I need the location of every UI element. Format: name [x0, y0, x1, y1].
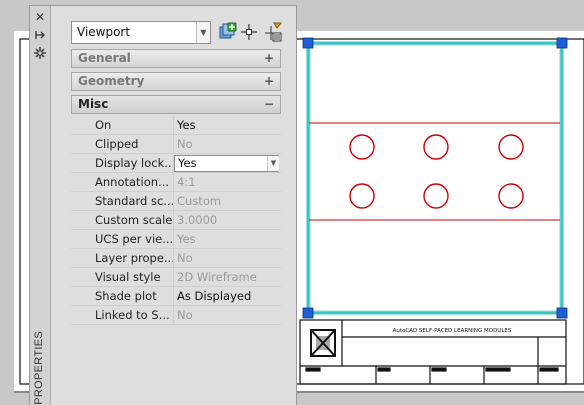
property-row[interactable]: Clipped No — [71, 135, 281, 154]
category-general[interactable]: General + — [71, 49, 281, 68]
object-type-select[interactable]: Viewport ▼ — [71, 21, 211, 44]
chevron-down-icon[interactable]: ▼ — [196, 22, 210, 43]
category-misc-label: Misc — [78, 97, 109, 111]
quick-select-icon[interactable] — [263, 22, 283, 42]
property-value: No — [177, 308, 193, 322]
toggle-pickadd-icon[interactable] — [217, 22, 237, 42]
property-label: Display lock... — [71, 154, 174, 173]
object-type-value: Viewport — [77, 25, 131, 39]
property-row[interactable]: Standard sc... Custom — [71, 192, 281, 211]
auto-hide-icon[interactable] — [33, 28, 47, 42]
palette-title-strip[interactable]: ✕ PROPERTIES — [30, 6, 51, 405]
property-row[interactable]: Linked to S... No — [71, 306, 281, 325]
close-icon[interactable]: ✕ — [33, 10, 47, 24]
expand-icon[interactable]: + — [264, 73, 274, 90]
collapse-icon[interactable]: − — [264, 96, 274, 113]
property-label: Custom scale — [71, 211, 174, 230]
properties-settings-icon[interactable] — [33, 46, 47, 60]
property-value: Yes — [177, 232, 196, 246]
property-value[interactable]: Yes — [175, 116, 281, 135]
property-row[interactable]: On Yes — [71, 116, 281, 135]
property-value: No — [177, 137, 193, 151]
property-value: Custom — [177, 194, 222, 208]
property-value: 3.0000 — [177, 213, 218, 227]
palette-title: PROPERTIES — [33, 331, 45, 405]
property-label: Linked to S... — [71, 306, 174, 325]
category-geometry[interactable]: Geometry + — [71, 72, 281, 91]
grip-top-right[interactable] — [556, 37, 568, 49]
property-row[interactable]: Layer prope... No — [71, 249, 281, 268]
grip-bottom-left[interactable] — [302, 307, 314, 319]
property-label: Clipped — [71, 135, 174, 154]
property-row[interactable]: Custom scale 3.0000 — [71, 211, 281, 230]
chevron-down-icon[interactable]: ▼ — [267, 156, 279, 171]
property-row[interactable]: Visual style 2D Wireframe — [71, 268, 281, 287]
title-block-text: AutoCAD SELF-PACED LEARNING MODULES — [393, 328, 512, 334]
property-label: Layer prope... — [71, 249, 174, 268]
property-value: 2D Wireframe — [177, 270, 257, 284]
grip-bottom-right[interactable] — [556, 307, 568, 319]
property-label: Shade plot — [71, 287, 174, 306]
property-row[interactable]: Display lock... Yes ▼ — [71, 154, 281, 173]
category-misc[interactable]: Misc − — [71, 95, 281, 114]
property-row[interactable]: UCS per vie... Yes — [71, 230, 281, 249]
category-general-label: General — [78, 51, 131, 65]
property-label: On — [71, 116, 174, 135]
property-value[interactable]: As Displayed — [175, 287, 281, 306]
grip-top-left[interactable] — [302, 37, 314, 49]
property-label: Standard sc... — [71, 192, 174, 211]
category-geometry-label: Geometry — [78, 74, 145, 88]
expand-icon[interactable]: + — [264, 50, 274, 67]
property-value: 4:1 — [177, 175, 196, 189]
misc-property-grid: On Yes Clipped No Display lock... Yes ▼ Annotat… — [71, 116, 281, 325]
property-label: Visual style — [71, 268, 174, 287]
select-objects-icon[interactable] — [239, 22, 259, 42]
property-value-dropdown[interactable]: Yes — [174, 155, 279, 172]
viewport-frame[interactable] — [306, 41, 564, 315]
property-row[interactable]: Shade plot As Displayed — [71, 287, 281, 306]
property-label: UCS per vie... — [71, 230, 174, 249]
property-row[interactable]: Annotation... 4:1 — [71, 173, 281, 192]
property-label: Annotation... — [71, 173, 174, 192]
properties-palette: ✕ PROPERTIES Viewport ▼ General + Geomet… — [29, 5, 297, 405]
palette-content: Viewport ▼ General + Geometry + Misc − O… — [51, 6, 296, 405]
property-value: No — [177, 251, 193, 265]
